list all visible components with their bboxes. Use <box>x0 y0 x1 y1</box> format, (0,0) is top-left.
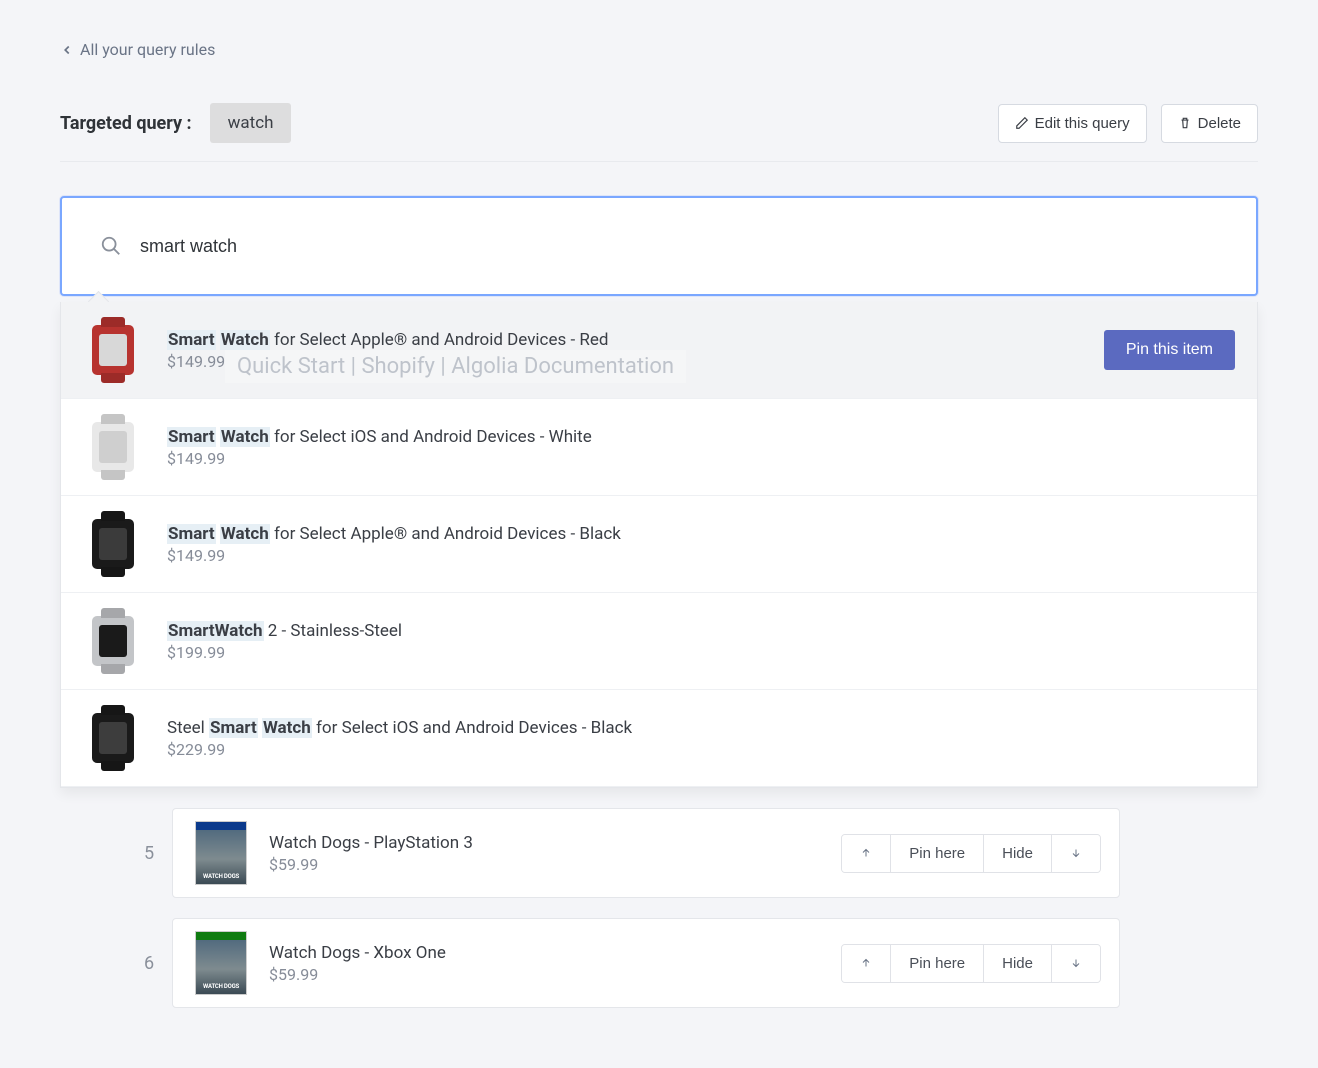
search-input[interactable] <box>140 236 1218 257</box>
rank-actions: Pin hereHide <box>841 834 1101 873</box>
suggestion-text: Smart Watch for Select iOS and Android D… <box>167 427 592 468</box>
edit-query-button[interactable]: Edit this query <box>998 104 1147 143</box>
arrow-down-icon <box>1070 956 1082 970</box>
suggestion-item[interactable]: Smart Watch for Select Apple® and Androi… <box>61 302 1257 399</box>
suggestion-price: $149.99 <box>167 352 608 371</box>
suggestion-title: Smart Watch for Select Apple® and Androi… <box>167 524 621 544</box>
search-icon <box>100 235 122 257</box>
suggestion-title: Steel Smart Watch for Select iOS and And… <box>167 718 632 738</box>
suggestion-price: $199.99 <box>167 643 402 662</box>
pin-here-button[interactable]: Pin here <box>891 945 984 982</box>
trash-icon <box>1178 116 1192 130</box>
suggestion-price: $229.99 <box>167 740 632 759</box>
arrow-down-icon <box>1070 846 1082 860</box>
product-title: Watch Dogs - Xbox One <box>269 943 446 963</box>
hide-button[interactable]: Hide <box>984 945 1052 982</box>
move-down-button[interactable] <box>1052 835 1100 872</box>
pencil-icon <box>1015 116 1029 130</box>
product-title: Watch Dogs - PlayStation 3 <box>269 833 473 853</box>
suggestion-title: SmartWatch 2 - Stainless-Steel <box>167 621 402 641</box>
edit-query-label: Edit this query <box>1035 115 1130 132</box>
move-up-button[interactable] <box>842 945 891 982</box>
pin-here-button[interactable]: Pin here <box>891 835 984 872</box>
suggestion-item[interactable]: Smart Watch for Select Apple® and Androi… <box>61 496 1257 593</box>
arrow-up-icon <box>860 846 872 860</box>
targeted-query-chip[interactable]: watch <box>210 103 292 143</box>
move-down-button[interactable] <box>1052 945 1100 982</box>
header-row: Targeted query : watch Edit this query D… <box>60 103 1258 162</box>
ranked-row: 5 WATCH DOGS Watch Dogs - PlayStation 3 $59… <box>126 808 1120 898</box>
suggestion-text: Smart Watch for Select Apple® and Androi… <box>167 524 621 565</box>
suggestion-title: Smart Watch for Select Apple® and Androi… <box>167 330 608 350</box>
product-thumbnail: WATCH DOGS <box>191 821 251 885</box>
rank-number: 6 <box>126 953 172 974</box>
suggestion-title: Smart Watch for Select iOS and Android D… <box>167 427 592 447</box>
ranked-card[interactable]: WATCH DOGS Watch Dogs - Xbox One $59.99 Pin… <box>172 918 1120 1008</box>
move-up-button[interactable] <box>842 835 891 872</box>
suggestion-item[interactable]: Smart Watch for Select iOS and Android D… <box>61 399 1257 496</box>
product-thumbnail <box>83 609 143 673</box>
suggestion-text: Smart Watch for Select Apple® and Androi… <box>167 330 608 371</box>
product-price: $59.99 <box>269 855 473 874</box>
ranked-results: 5 WATCH DOGS Watch Dogs - PlayStation 3 $59… <box>126 808 1120 1008</box>
product-thumbnail <box>83 512 143 576</box>
breadcrumb-label: All your query rules <box>80 40 215 59</box>
chevron-left-icon <box>60 43 74 57</box>
product-thumbnail <box>83 415 143 479</box>
suggestion-price: $149.99 <box>167 449 592 468</box>
product-thumbnail: WATCH DOGS <box>191 931 251 995</box>
product-price: $59.99 <box>269 965 446 984</box>
targeted-query-label: Targeted query : <box>60 113 192 134</box>
arrow-up-icon <box>860 956 872 970</box>
product-thumbnail <box>83 706 143 770</box>
pin-this-item-button[interactable]: Pin this item <box>1104 330 1235 370</box>
search-box[interactable] <box>60 196 1258 296</box>
delete-query-label: Delete <box>1198 115 1241 132</box>
delete-query-button[interactable]: Delete <box>1161 104 1258 143</box>
ranked-row: 6 WATCH DOGS Watch Dogs - Xbox One $59.99 Pi… <box>126 918 1120 1008</box>
rank-actions: Pin hereHide <box>841 944 1101 983</box>
ranked-card[interactable]: WATCH DOGS Watch Dogs - PlayStation 3 $59.… <box>172 808 1120 898</box>
search-panel: Smart Watch for Select Apple® and Androi… <box>60 196 1258 788</box>
suggestion-item[interactable]: Steel Smart Watch for Select iOS and And… <box>61 690 1257 787</box>
suggestion-dropdown: Smart Watch for Select Apple® and Androi… <box>60 302 1258 788</box>
hide-button[interactable]: Hide <box>984 835 1052 872</box>
product-thumbnail <box>83 318 143 382</box>
suggestion-item[interactable]: SmartWatch 2 - Stainless-Steel $199.99 <box>61 593 1257 690</box>
suggestion-text: Steel Smart Watch for Select iOS and And… <box>167 718 632 759</box>
suggestion-price: $149.99 <box>167 546 621 565</box>
rank-number: 5 <box>126 843 172 864</box>
breadcrumb-back[interactable]: All your query rules <box>60 40 215 59</box>
suggestion-text: SmartWatch 2 - Stainless-Steel $199.99 <box>167 621 402 662</box>
